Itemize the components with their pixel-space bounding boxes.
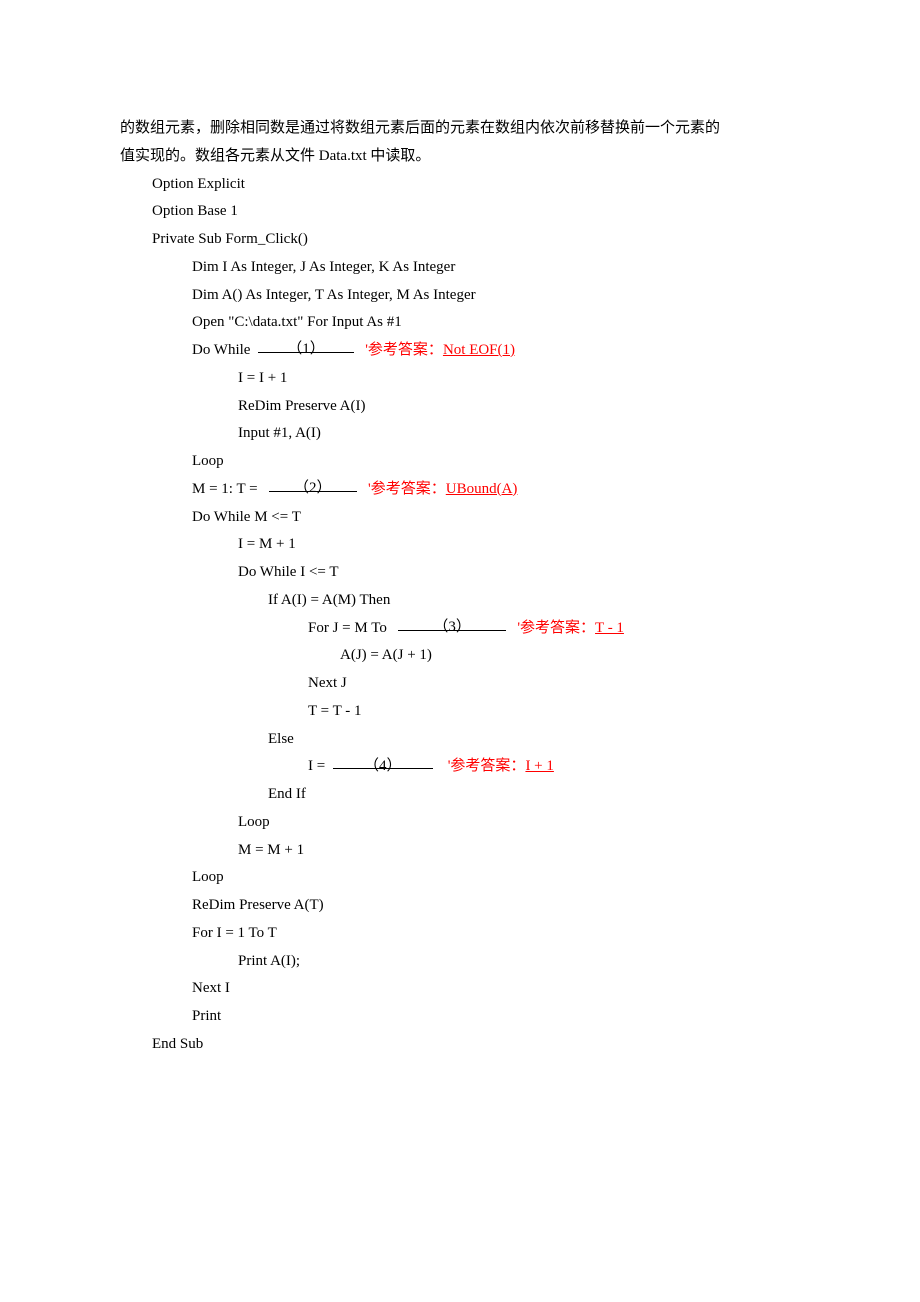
code-line-blank-2: M = 1: T = （2） '参考答案：UBound(A)	[120, 476, 800, 504]
answer-prefix: '参考答案：	[433, 758, 526, 774]
code-line: M = M + 1	[120, 837, 800, 865]
code-text: M = 1: T =	[192, 481, 269, 497]
body-paragraph-line-1: 的数组元素，删除相同数是通过将数组元素后面的元素在数组内依次前移替换前一个元素的	[120, 115, 800, 143]
code-line-blank-4: I = （4） '参考答案：I + 1	[120, 753, 800, 781]
fill-blank-3: （3）	[398, 615, 506, 631]
fill-blank-1: （1）	[258, 337, 354, 353]
answer-prefix: '参考答案：	[354, 342, 443, 358]
answer-prefix: '参考答案：	[506, 620, 595, 636]
code-line: Option Base 1	[120, 198, 800, 226]
code-line: Loop	[120, 809, 800, 837]
code-line: ReDim Preserve A(T)	[120, 892, 800, 920]
code-line: Do While M <= T	[120, 504, 800, 532]
code-line: Option Explicit	[120, 171, 800, 199]
code-line: I = M + 1	[120, 531, 800, 559]
code-line: For I = 1 To T	[120, 920, 800, 948]
code-text: I =	[308, 758, 333, 774]
code-text: Do While	[192, 342, 258, 358]
code-line: Do While I <= T	[120, 559, 800, 587]
code-line: End If	[120, 781, 800, 809]
code-line: Next I	[120, 975, 800, 1003]
code-line: T = T - 1	[120, 698, 800, 726]
code-line: Input #1, A(I)	[120, 420, 800, 448]
code-text: For J = M To	[308, 620, 398, 636]
body-paragraph-line-2: 值实现的。数组各元素从文件 Data.txt 中读取。	[120, 143, 800, 171]
code-line: ReDim Preserve A(I)	[120, 393, 800, 421]
code-line: Print A(I);	[120, 948, 800, 976]
code-line: A(J) = A(J + 1)	[120, 642, 800, 670]
blank-number: （4）	[364, 758, 402, 774]
code-line: Loop	[120, 864, 800, 892]
code-line: Dim I As Integer, J As Integer, K As Int…	[120, 254, 800, 282]
code-line-blank-3: For J = M To （3） '参考答案：T - 1	[120, 615, 800, 643]
answer-prefix: '参考答案：	[357, 481, 446, 497]
code-line: I = I + 1	[120, 365, 800, 393]
blank-number: （2）	[294, 480, 332, 496]
code-line: Private Sub Form_Click()	[120, 226, 800, 254]
answer-text: Not EOF(1)	[443, 342, 515, 358]
answer-text: UBound(A)	[446, 481, 518, 497]
code-line-blank-1: Do While （1） '参考答案：Not EOF(1)	[120, 337, 800, 365]
code-line: Next J	[120, 670, 800, 698]
answer-text: T - 1	[595, 620, 624, 636]
code-line: Dim A() As Integer, T As Integer, M As I…	[120, 282, 800, 310]
code-line: Loop	[120, 448, 800, 476]
code-line: If A(I) = A(M) Then	[120, 587, 800, 615]
code-line: Open "C:\data.txt" For Input As #1	[120, 309, 800, 337]
blank-number: （3）	[433, 619, 471, 635]
code-line: Print	[120, 1003, 800, 1031]
answer-text: I + 1	[525, 758, 553, 774]
document-page: 的数组元素，删除相同数是通过将数组元素后面的元素在数组内依次前移替换前一个元素的…	[0, 0, 920, 1302]
fill-blank-4: （4）	[333, 753, 433, 769]
blank-number: （1）	[287, 341, 325, 357]
code-line: End Sub	[120, 1031, 800, 1059]
fill-blank-2: （2）	[269, 476, 357, 492]
code-line: Else	[120, 726, 800, 754]
